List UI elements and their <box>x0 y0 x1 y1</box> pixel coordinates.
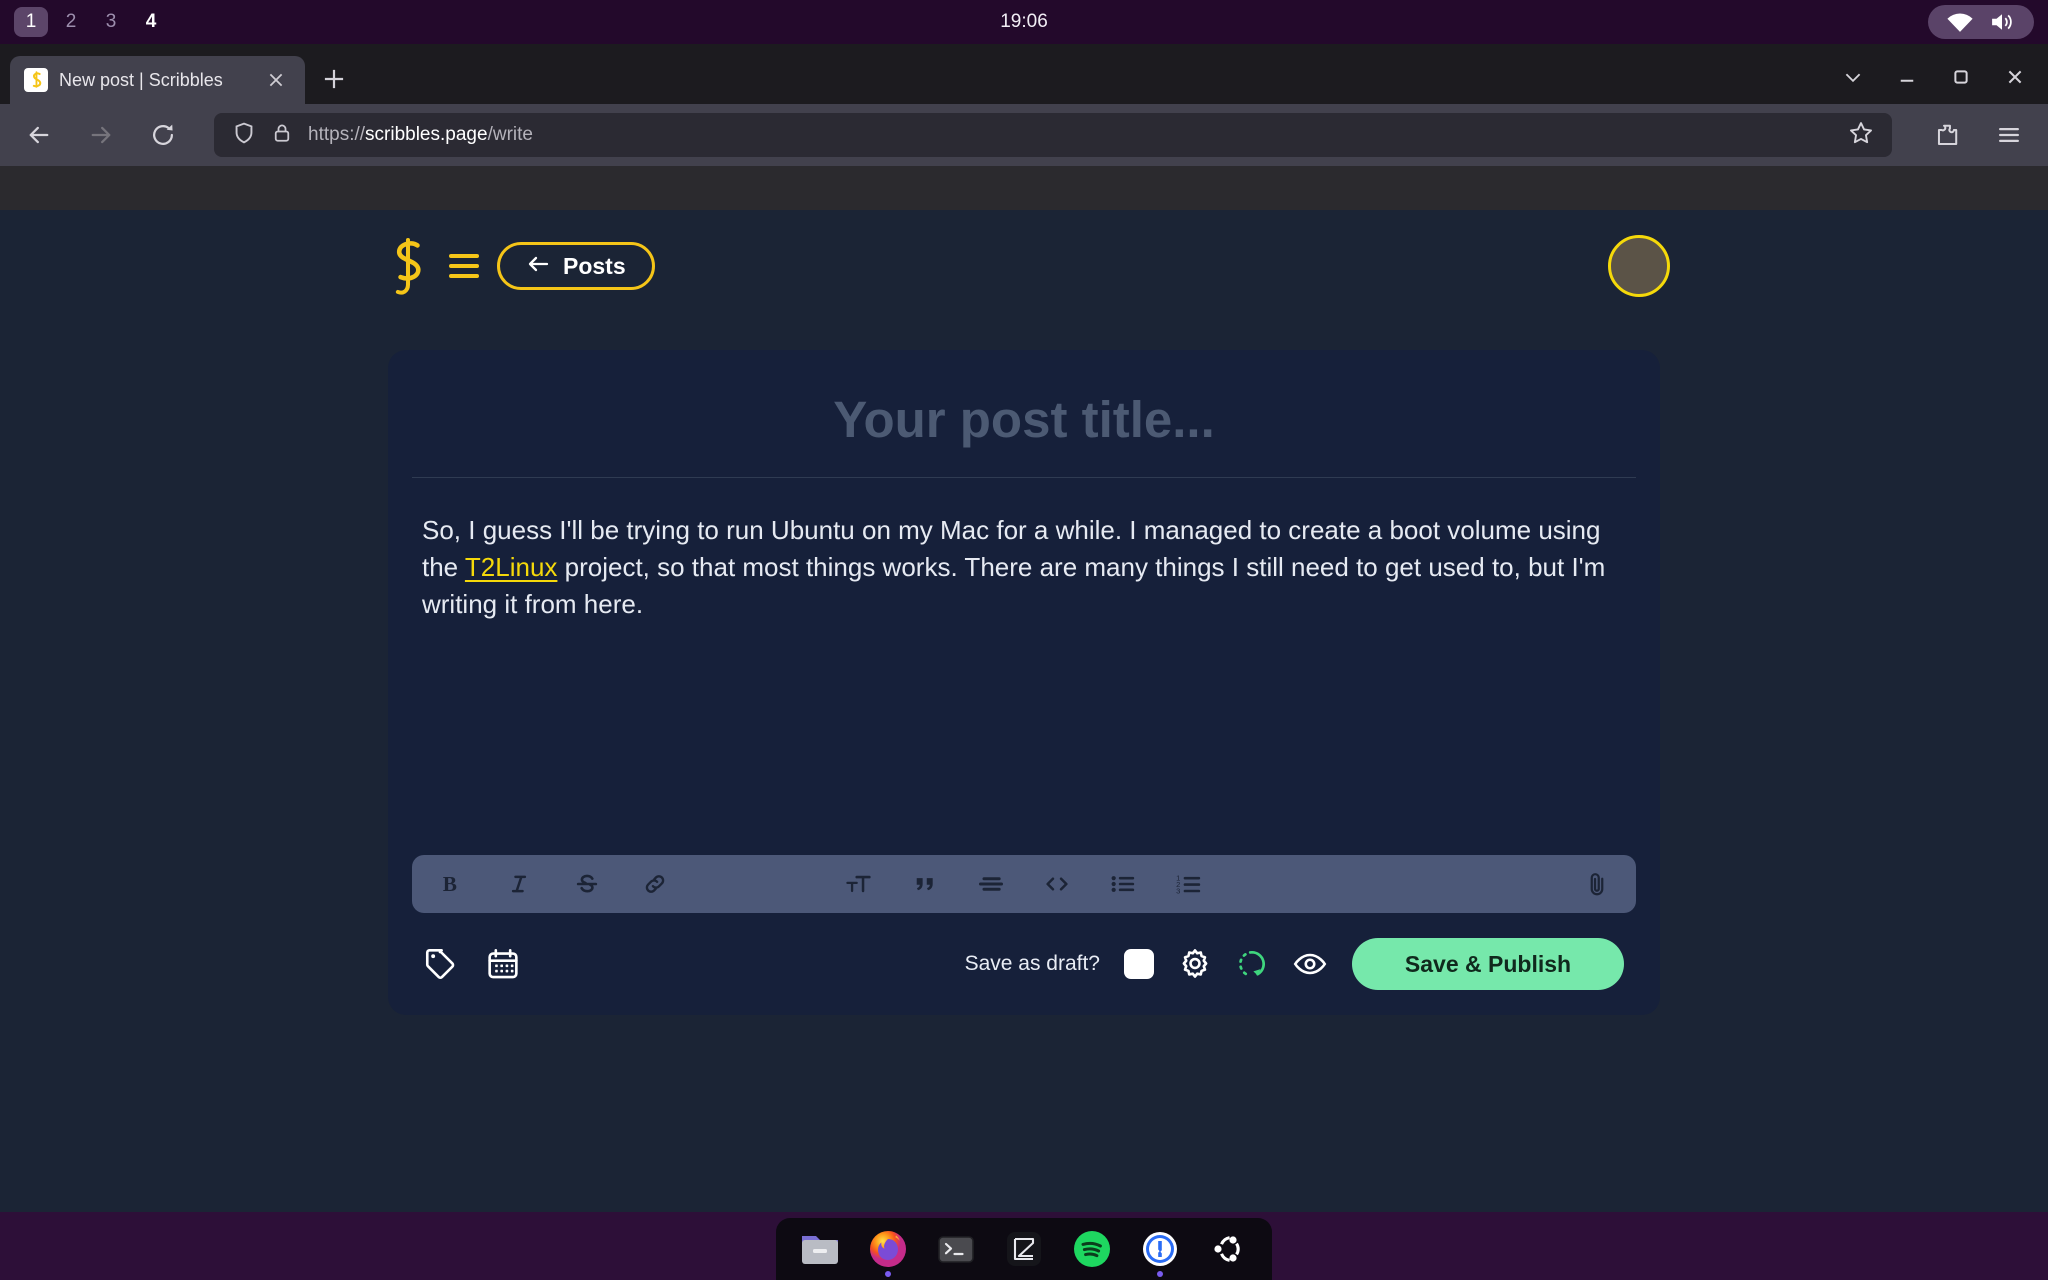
firefox-window: New post | Scribbles https://scribbles.p… <box>0 44 2048 1256</box>
scribbles-favicon <box>24 68 48 92</box>
strikethrough-icon[interactable] <box>570 867 604 901</box>
blockquote-icon[interactable] <box>908 867 942 901</box>
volume-icon <box>1988 11 2016 33</box>
header-left-group: Posts <box>385 236 655 296</box>
avatar[interactable] <box>1608 235 1670 297</box>
posts-button[interactable]: Posts <box>497 242 655 290</box>
extensions-icon[interactable] <box>1926 114 1968 156</box>
code-icon[interactable] <box>1040 867 1074 901</box>
scribbles-app: Posts Your post title... So, I guess I'l… <box>0 210 2048 1256</box>
calendar-icon[interactable] <box>486 947 520 981</box>
bullet-list-icon[interactable] <box>1106 867 1140 901</box>
post-body-editor[interactable]: So, I guess I'll be trying to run Ubuntu… <box>410 478 1638 855</box>
dock-item-terminal[interactable] <box>934 1227 978 1271</box>
app-header: Posts <box>0 210 2048 322</box>
workspace-2[interactable]: 2 <box>54 7 88 37</box>
tab-close-icon[interactable] <box>261 65 291 95</box>
chevron-down-icon[interactable] <box>1836 60 1870 94</box>
eye-icon[interactable] <box>1292 949 1328 979</box>
svg-text:3: 3 <box>1176 886 1180 895</box>
star-icon[interactable] <box>1848 120 1874 151</box>
save-and-publish-button[interactable]: Save & Publish <box>1352 938 1624 990</box>
italic-icon[interactable] <box>502 867 536 901</box>
bold-icon[interactable]: B <box>434 867 468 901</box>
hamburger-menu-icon[interactable] <box>1988 114 2030 156</box>
url-scheme: https:// <box>308 124 366 145</box>
back-arrow-icon[interactable] <box>18 114 60 156</box>
body-text-after-link: project, so that most things works. Ther… <box>422 551 1606 619</box>
numbered-list-icon[interactable]: 1 2 3 <box>1172 867 1206 901</box>
shield-icon[interactable] <box>232 121 256 150</box>
url-host: scribbles.page <box>365 124 488 145</box>
window-controls <box>1836 60 2032 94</box>
t2linux-link[interactable]: T2Linux <box>465 552 558 582</box>
svg-text:B: B <box>443 872 457 896</box>
dock-item-files[interactable] <box>798 1227 842 1271</box>
workspace-1[interactable]: 1 <box>14 7 48 37</box>
tab-title: New post | Scribbles <box>59 69 223 90</box>
minimize-icon[interactable] <box>1890 60 1924 94</box>
window-close-icon[interactable] <box>1998 60 2032 94</box>
tab-strip: New post | Scribbles <box>0 44 2048 104</box>
left-arrow-icon <box>526 253 550 280</box>
dock-area <box>0 1212 2048 1280</box>
horizontal-rule-icon[interactable] <box>974 867 1008 901</box>
posts-button-label: Posts <box>563 252 626 279</box>
format-group-left: B <box>434 867 672 901</box>
lock-icon[interactable] <box>271 122 293 149</box>
maximize-icon[interactable] <box>1944 60 1978 94</box>
dock-item-ubuntu-software[interactable] <box>1206 1227 1250 1271</box>
editor-action-bar: Save as draft? Save & Publish <box>410 913 1638 1015</box>
attachment-icon[interactable] <box>1580 867 1614 901</box>
save-as-draft-checkbox[interactable] <box>1124 949 1154 979</box>
running-indicator <box>885 1271 891 1277</box>
desktop-top-bar: 1 2 3 4 19:06 <box>0 0 2048 44</box>
formatting-toolbar: B 1 2 3 <box>412 855 1636 913</box>
format-group-middle: 1 2 3 <box>842 867 1206 901</box>
app-menu-icon[interactable] <box>449 254 479 278</box>
tag-icon[interactable] <box>424 947 458 981</box>
wifi-icon <box>1946 11 1974 33</box>
browser-tab[interactable]: New post | Scribbles <box>10 56 305 104</box>
dock-item-zed[interactable] <box>1002 1227 1046 1271</box>
workspace-4[interactable]: 4 <box>134 7 168 37</box>
gear-icon[interactable] <box>1178 947 1212 981</box>
post-title-input[interactable]: Your post title... <box>410 350 1638 477</box>
forward-arrow-icon[interactable] <box>80 114 122 156</box>
dock-item-firefox[interactable] <box>866 1227 910 1277</box>
action-left-group <box>424 947 520 981</box>
scribbles-logo[interactable] <box>385 236 431 296</box>
post-editor-card: Your post title... So, I guess I'll be t… <box>388 350 1660 1015</box>
navigation-toolbar: https://scribbles.page/write <box>0 104 2048 166</box>
url-bar[interactable]: https://scribbles.page/write <box>214 113 1892 157</box>
dock-item-spotify[interactable] <box>1070 1227 1114 1271</box>
url-path: /write <box>487 124 533 145</box>
sync-spinner-icon[interactable] <box>1236 948 1268 980</box>
clock[interactable]: 19:06 <box>1000 11 1048 33</box>
running-indicator <box>1157 1271 1163 1277</box>
action-right-group: Save as draft? Save & Publish <box>965 938 1624 990</box>
workspace-3[interactable]: 3 <box>94 7 128 37</box>
url-text[interactable]: https://scribbles.page/write <box>308 124 1833 146</box>
workspace-switcher[interactable]: 1 2 3 4 <box>14 7 168 37</box>
dock-item-1password[interactable] <box>1138 1227 1182 1277</box>
save-as-draft-label: Save as draft? <box>964 952 1100 975</box>
reload-icon[interactable] <box>142 114 184 156</box>
new-tab-button[interactable] <box>319 64 349 94</box>
link-icon[interactable] <box>638 867 672 901</box>
heading-icon[interactable] <box>842 867 876 901</box>
system-tray[interactable] <box>1928 5 2034 39</box>
dock <box>776 1218 1272 1280</box>
format-group-right <box>1580 867 1614 901</box>
